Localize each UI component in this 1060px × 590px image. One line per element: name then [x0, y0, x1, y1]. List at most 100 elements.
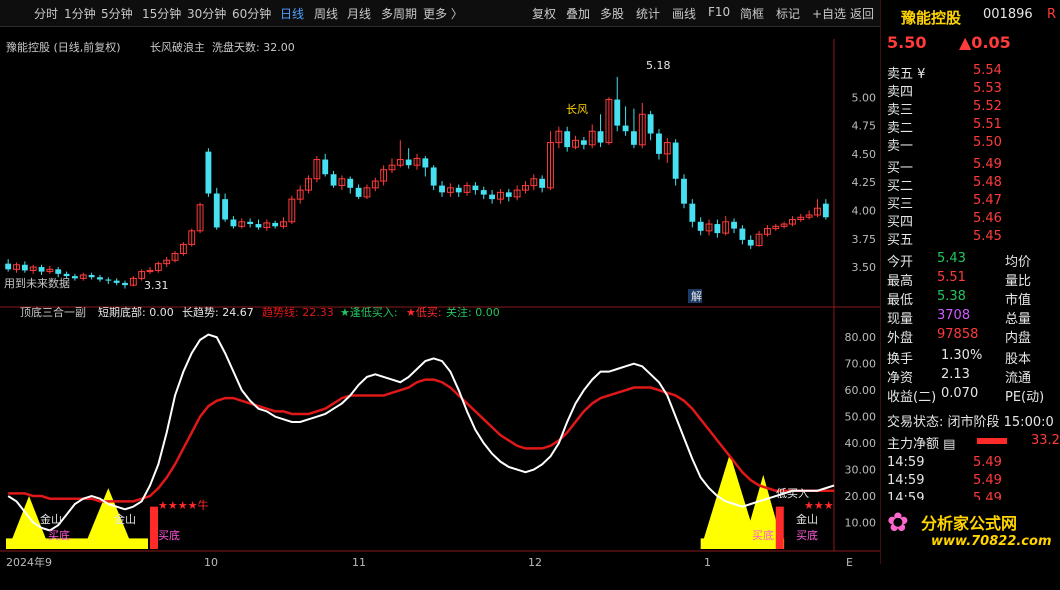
focus-label: 关注: 0.00	[446, 305, 500, 319]
ask-row-0: 卖五 ¥5.54	[881, 62, 1060, 82]
candle-body	[472, 185, 479, 191]
red-signal-bar	[150, 506, 158, 549]
candle-body	[597, 131, 604, 143]
period-tab-5[interactable]: 60分钟	[232, 5, 271, 22]
stat-label: 换手	[887, 352, 914, 367]
period-tab-0[interactable]: 分时	[34, 5, 58, 22]
sub-ytick: 40.00	[845, 437, 877, 450]
period-tab-3[interactable]: 15分钟	[142, 5, 181, 22]
chart-area: 豫能控股 (日线,前复权) 长风破浪主 洗盘天数: 32.00 5.00 4.75 4.5…	[0, 39, 880, 569]
changfeng-label: 长风	[566, 103, 588, 116]
period-tab-6[interactable]: 日线	[280, 5, 304, 22]
tool-button-9[interactable]: 返回	[850, 5, 874, 22]
stat2-row-1: 净资 2.13 流通	[881, 366, 1060, 386]
ask-price: 5.53	[973, 81, 1002, 96]
sub-ytick: 30.00	[845, 464, 877, 477]
ask-price: 5.51	[973, 117, 1002, 132]
stat-label: 市值	[1005, 293, 1032, 308]
tool-button-3[interactable]: 统计	[636, 5, 660, 22]
maidi-label: 买底	[158, 528, 180, 542]
period-tab-4[interactable]: 30分钟	[187, 5, 226, 22]
x-tick: E	[846, 556, 853, 569]
candle-body	[355, 187, 362, 197]
period-tab-7[interactable]: 周线	[314, 5, 338, 22]
change: ▲0.05	[959, 33, 1011, 52]
price: 5.50	[887, 33, 927, 52]
stat-row-3: 现量 3708 总量	[881, 307, 1060, 327]
stat-value: 5.51	[937, 270, 966, 285]
stat-label: 最低	[887, 293, 914, 308]
long-trend-label: 长趋势: 24.67	[182, 306, 254, 319]
tool-button-7[interactable]: 标记	[776, 5, 800, 22]
bid-price: 5.46	[973, 211, 1002, 226]
period-tab-10[interactable]: 更多 〉	[423, 5, 463, 22]
ask-row-3: 卖二 5.51	[881, 116, 1060, 136]
x-tick: 2024年9	[6, 555, 52, 569]
candle-body	[21, 264, 28, 271]
bid-price: 5.48	[973, 175, 1002, 190]
logo-text: 分析家公式网	[921, 514, 1018, 533]
candle-body	[213, 193, 220, 228]
period-tab-8[interactable]: 月线	[347, 5, 371, 22]
stat-row-1: 最高 5.51 量比	[881, 269, 1060, 289]
buy-label: ★逢低买入:	[340, 306, 398, 319]
tool-button-6[interactable]: 简框	[740, 5, 764, 22]
candle-body	[272, 222, 279, 227]
candle-body	[681, 178, 687, 204]
period-tab-1[interactable]: 1分钟	[64, 5, 96, 22]
candle-body	[230, 219, 237, 227]
stat2-row-2: 收益(二) 0.070 PE(动)	[881, 385, 1060, 405]
bid-price: 5.47	[973, 193, 1002, 208]
bid-price: 5.49	[973, 157, 1002, 172]
stat-row-2: 最低 5.38 市值	[881, 288, 1060, 308]
sub-ytick: 20.00	[845, 490, 877, 503]
candle-body	[747, 239, 754, 246]
period-tab-2[interactable]: 5分钟	[101, 5, 133, 22]
stock-title: 豫能控股 (日线,前复权)	[6, 40, 121, 54]
candle-body	[614, 99, 621, 126]
stat-label: 现量	[887, 312, 914, 327]
trend-line	[8, 378, 835, 503]
candle-body	[439, 185, 445, 193]
stat-label: 量比	[1005, 274, 1032, 289]
ask-price: 5.54	[973, 63, 1002, 78]
red-signal-bar	[775, 506, 784, 549]
tool-button-0[interactable]: 复权	[532, 5, 556, 22]
stat-value: 3708	[937, 308, 971, 323]
ask-label: 卖一	[887, 139, 914, 154]
tool-button-5[interactable]: F10	[708, 5, 730, 19]
indicator-param: 洗盘天数: 32.00	[212, 40, 295, 54]
candle-body	[580, 140, 587, 145]
candle-body	[455, 187, 462, 193]
x-tick: 1	[704, 556, 711, 569]
candle-body	[505, 192, 512, 197]
flow-label: 主力净额 ▤	[887, 437, 956, 452]
main-ytick: 4.25	[852, 176, 877, 189]
ask-price: 5.50	[973, 135, 1002, 150]
period-tab-9[interactable]: 多周期	[381, 5, 417, 22]
period-toolbar: 分时 1分钟 5分钟 15分钟 30分钟 60分钟 日线 周线 月线 多周期 更多 〉 复权 叠加 多股统…	[0, 0, 880, 27]
tool-button-2[interactable]: 多股	[600, 5, 624, 22]
stock-code: 001896	[983, 7, 1033, 22]
trend-line-label: 趋势线: 22.33	[262, 305, 334, 319]
candle-body	[5, 263, 12, 270]
candle-body	[647, 114, 654, 134]
tick-row-0: 14:59 5.49	[881, 454, 1060, 472]
main-ytick: 4.00	[852, 204, 877, 217]
tool-button-4[interactable]: 画线	[672, 5, 696, 22]
candle-body	[205, 151, 212, 194]
tool-button-8[interactable]: +自选	[812, 5, 846, 22]
stat-label: 均价	[1005, 255, 1032, 270]
candle-body	[97, 277, 103, 280]
candle-body	[480, 190, 487, 195]
x-tick: 11	[352, 556, 366, 569]
tool-button-1[interactable]: 叠加	[566, 5, 590, 22]
candle-body	[405, 159, 412, 166]
candle-body	[564, 131, 571, 148]
candle-body	[105, 279, 112, 281]
sub-ytick: 70.00	[845, 358, 877, 371]
candle-body	[822, 203, 829, 218]
flow-bar	[977, 438, 1007, 444]
jinshan-label: 金山	[40, 512, 62, 526]
candle-body	[55, 269, 62, 274]
